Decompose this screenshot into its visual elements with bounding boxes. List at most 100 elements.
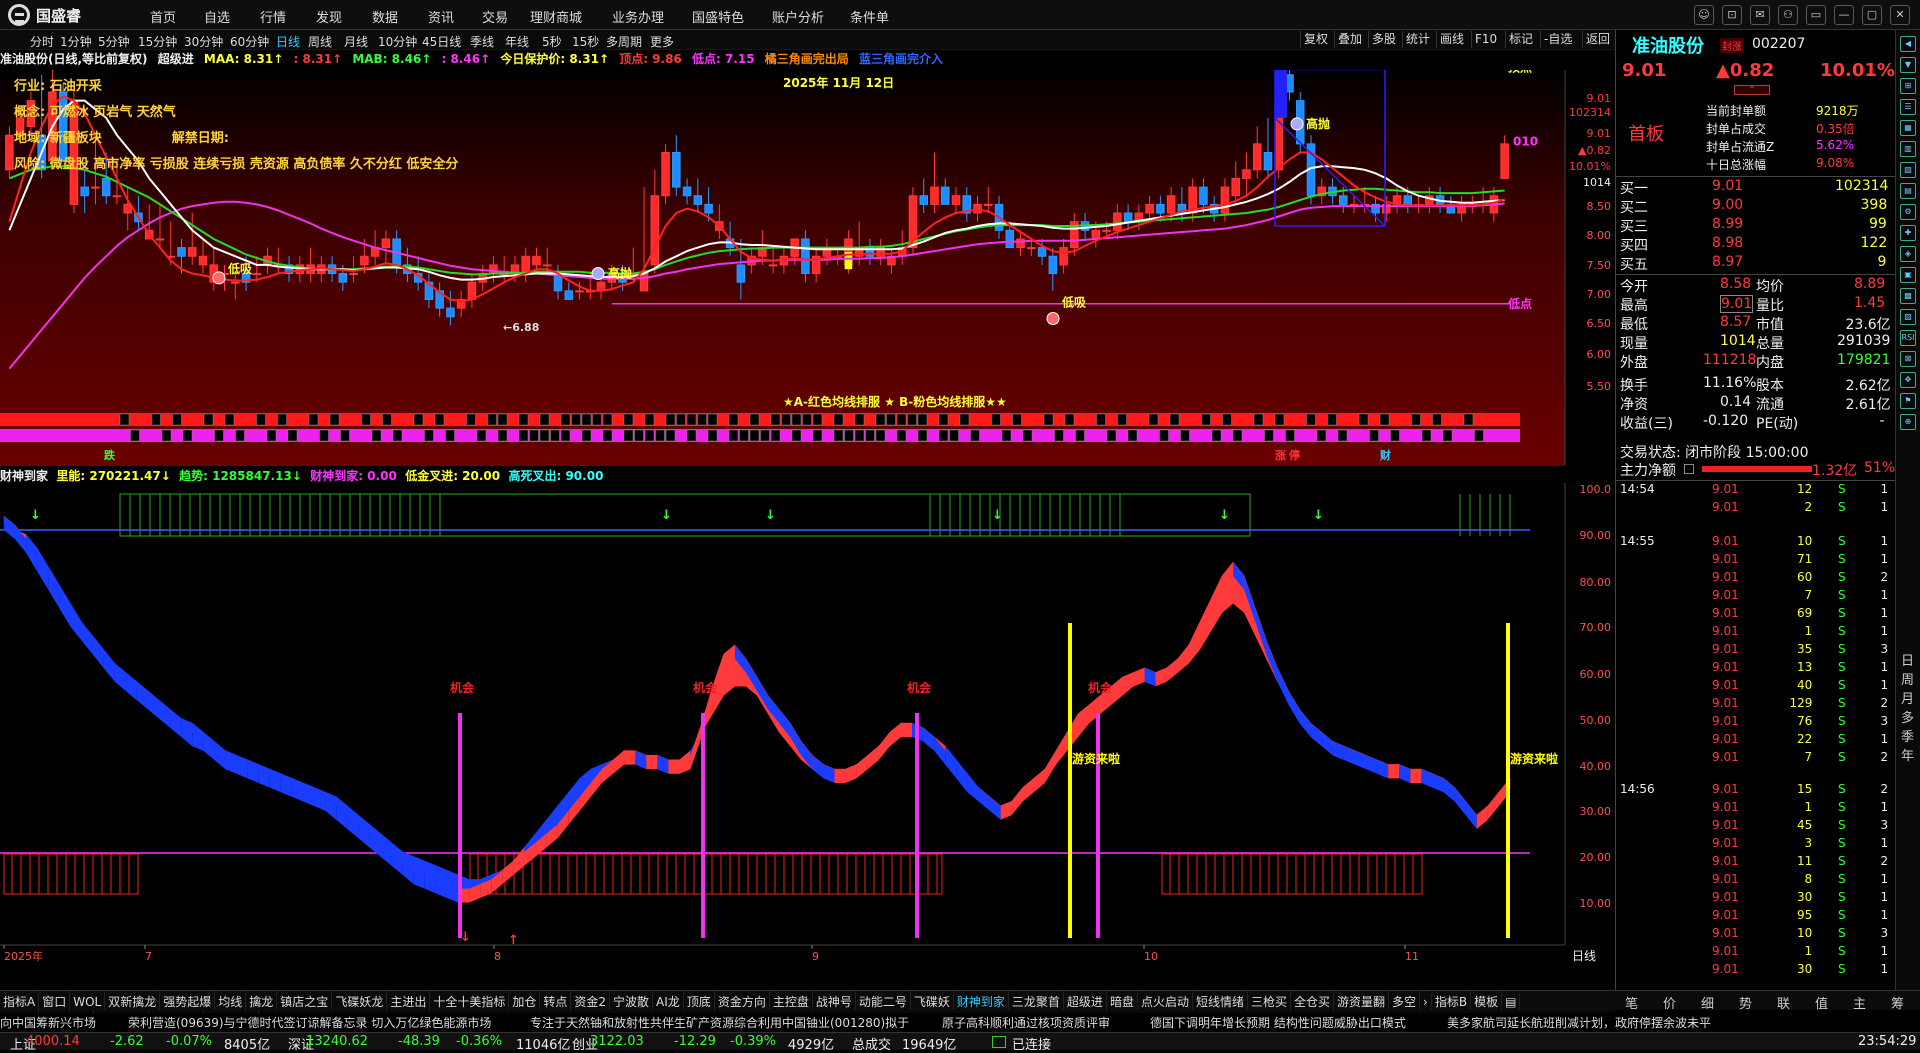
- indicator-tab-22[interactable]: 财神到家: [954, 991, 1009, 1010]
- toolbar-right-6[interactable]: 标记: [1505, 31, 1536, 48]
- period-8[interactable]: 月线: [344, 33, 368, 50]
- menu-item-8[interactable]: 业务办理: [612, 7, 664, 26]
- scroll-up-icon[interactable]: ⌃: [1734, 85, 1770, 95]
- vtab-tool-11[interactable]: ▣: [1900, 267, 1916, 283]
- menu-item-3[interactable]: 发现: [316, 7, 342, 26]
- vtab-tool-18[interactable]: ⊕: [1900, 414, 1916, 430]
- vtab-tool-0[interactable]: ◀: [1900, 36, 1916, 52]
- menu-item-10[interactable]: 账户分析: [772, 7, 824, 26]
- period-0[interactable]: 分时: [30, 33, 54, 50]
- period-15[interactable]: 多周期: [606, 33, 642, 50]
- indicator-tab-1[interactable]: 窗口: [39, 991, 71, 1010]
- indicator-tab-27[interactable]: 短线情绪: [1193, 991, 1248, 1010]
- indicator-tab-9[interactable]: 主进出: [387, 991, 431, 1010]
- toolbar-right-7[interactable]: -自选: [1540, 31, 1575, 48]
- news-item-5[interactable]: 美多家航司延长航班削减计划，政府停摆余波未平: [1447, 1014, 1711, 1031]
- vtab-tool-14[interactable]: RSI: [1900, 330, 1916, 346]
- indicator-tab-5[interactable]: 均线: [215, 991, 247, 1010]
- menu-item-2[interactable]: 行情: [260, 7, 286, 26]
- period-13[interactable]: 5秒: [542, 33, 562, 50]
- indicator-tab-18[interactable]: 主控盘: [770, 991, 813, 1010]
- window-button-4[interactable]: ▭: [1806, 5, 1826, 25]
- vtab-tool-13[interactable]: ▨: [1900, 309, 1916, 325]
- toolbar-right-0[interactable]: 复权: [1300, 31, 1331, 48]
- indicator-tab-7[interactable]: 镇店之宝: [277, 991, 333, 1010]
- window-button-7[interactable]: ✕: [1890, 5, 1910, 25]
- indicator-tab-20[interactable]: 动能二号: [856, 991, 911, 1010]
- indicator-tab-8[interactable]: 飞碟妖龙: [332, 991, 388, 1010]
- indicator-tab-32[interactable]: ›: [1420, 993, 1432, 1010]
- indicator-tab-30[interactable]: 游资量翻: [1334, 991, 1390, 1010]
- window-button-0[interactable]: ☺: [1694, 5, 1714, 25]
- news-item-0[interactable]: 向中国筹新兴市场: [0, 1014, 96, 1031]
- side-tab-6[interactable]: 主: [1853, 993, 1866, 1012]
- toolbar-right-2[interactable]: 多股: [1368, 31, 1399, 48]
- news-item-1[interactable]: 荣利营造(09639)与宁德时代签订谅解备忘录 切入万亿绿色能源市场: [128, 1014, 491, 1031]
- menu-item-0[interactable]: 首页: [150, 7, 176, 26]
- brand-logo[interactable]: 国盛睿: [8, 4, 81, 26]
- toolbar-right-8[interactable]: 返回: [1582, 31, 1613, 48]
- vtab-tool-3[interactable]: ☰: [1900, 99, 1916, 115]
- news-item-4[interactable]: 德国下调明年增长预期 结构性问题威胁出口模式: [1150, 1014, 1406, 1031]
- indicator-tab-34[interactable]: 模板: [1471, 991, 1503, 1010]
- vtab-tool-16[interactable]: ✥: [1900, 372, 1916, 388]
- side-tab-0[interactable]: 笔: [1625, 993, 1638, 1012]
- period-16[interactable]: 更多: [650, 33, 674, 50]
- indicator-tab-13[interactable]: 资金2: [571, 991, 611, 1010]
- vtab-tool-8[interactable]: ⚙: [1900, 204, 1916, 220]
- period-11[interactable]: 季线: [470, 33, 494, 50]
- indicator-tab-10[interactable]: 十全十美指标: [430, 991, 510, 1010]
- vtab-tool-12[interactable]: ▩: [1900, 288, 1916, 304]
- indicator-tab-19[interactable]: 战神号: [813, 991, 856, 1010]
- period-5[interactable]: 60分钟: [230, 33, 269, 50]
- menu-item-11[interactable]: 条件单: [850, 7, 889, 26]
- indicator-tab-15[interactable]: AI龙: [653, 991, 684, 1010]
- side-tab-3[interactable]: 势: [1739, 993, 1752, 1012]
- vtab-tool-9[interactable]: ✚: [1900, 225, 1916, 241]
- toolbar-right-4[interactable]: 画线: [1436, 31, 1467, 48]
- period-4[interactable]: 30分钟: [184, 33, 223, 50]
- indicator-tab-25[interactable]: 暗盘: [1107, 991, 1138, 1010]
- side-tab-5[interactable]: 值: [1815, 993, 1828, 1012]
- indicator-tab-14[interactable]: 宁波散: [610, 991, 654, 1010]
- side-tab-1[interactable]: 价: [1663, 993, 1676, 1012]
- indicator-tab-6[interactable]: 擒龙: [246, 991, 278, 1010]
- vtab-tool-4[interactable]: ▦: [1900, 120, 1916, 136]
- menu-item-1[interactable]: 自选: [204, 7, 230, 26]
- indicator-tab-35[interactable]: ▤: [1502, 993, 1521, 1010]
- toolbar-right-1[interactable]: 叠加: [1334, 31, 1365, 48]
- vtab-period-5[interactable]: 年: [1901, 745, 1914, 764]
- indicator-tab-33[interactable]: 指标B: [1432, 991, 1472, 1010]
- side-tab-4[interactable]: 联: [1777, 993, 1790, 1012]
- window-button-5[interactable]: —: [1834, 5, 1854, 25]
- vtab-period-2[interactable]: 月: [1901, 688, 1914, 707]
- indicator-tab-16[interactable]: 顶底: [684, 991, 715, 1010]
- period-12[interactable]: 年线: [505, 33, 529, 50]
- period-1[interactable]: 1分钟: [60, 33, 92, 50]
- indicator-chart[interactable]: 机会 机会 机会 机会游资来啦 游资来啦 ↓ ↓ ↓ ↓ ↓ ↓ ↓ ↑ 100.0 90.00 80.00 7…: [0, 483, 1615, 990]
- vtab-tool-6[interactable]: ▧: [1900, 162, 1916, 178]
- indicator-tab-28[interactable]: 三枪买: [1248, 991, 1291, 1010]
- indicator-tab-23[interactable]: 三龙聚首: [1009, 991, 1064, 1010]
- toolbar-right-5[interactable]: F10: [1471, 31, 1500, 48]
- window-button-2[interactable]: ✉: [1750, 5, 1770, 25]
- menu-item-7[interactable]: 理财商城: [530, 7, 582, 26]
- indicator-tab-12[interactable]: 转点: [540, 991, 572, 1010]
- vtab-tool-5[interactable]: ▥: [1900, 141, 1916, 157]
- vtab-period-0[interactable]: 日: [1901, 650, 1914, 669]
- period-6[interactable]: 日线: [276, 33, 300, 50]
- side-tab-2[interactable]: 细: [1701, 993, 1714, 1012]
- menu-item-9[interactable]: 国盛特色: [692, 7, 744, 26]
- indicator-tab-4[interactable]: 强势起爆: [160, 991, 216, 1010]
- menu-item-5[interactable]: 资讯: [428, 7, 454, 26]
- period-2[interactable]: 5分钟: [98, 33, 130, 50]
- window-button-6[interactable]: ▢: [1862, 5, 1882, 25]
- vtab-period-1[interactable]: 周: [1901, 669, 1914, 688]
- vtab-tool-7[interactable]: ▤: [1900, 183, 1916, 199]
- vtab-period-3[interactable]: 多: [1901, 707, 1914, 726]
- vtab-tool-10[interactable]: ◈: [1900, 246, 1916, 262]
- toolbar-right-3[interactable]: 统计: [1402, 31, 1433, 48]
- menu-item-6[interactable]: 交易: [482, 7, 508, 26]
- indicator-tab-0[interactable]: 指标A: [0, 991, 40, 1010]
- indicator-tab-17[interactable]: 资金方向: [715, 991, 770, 1010]
